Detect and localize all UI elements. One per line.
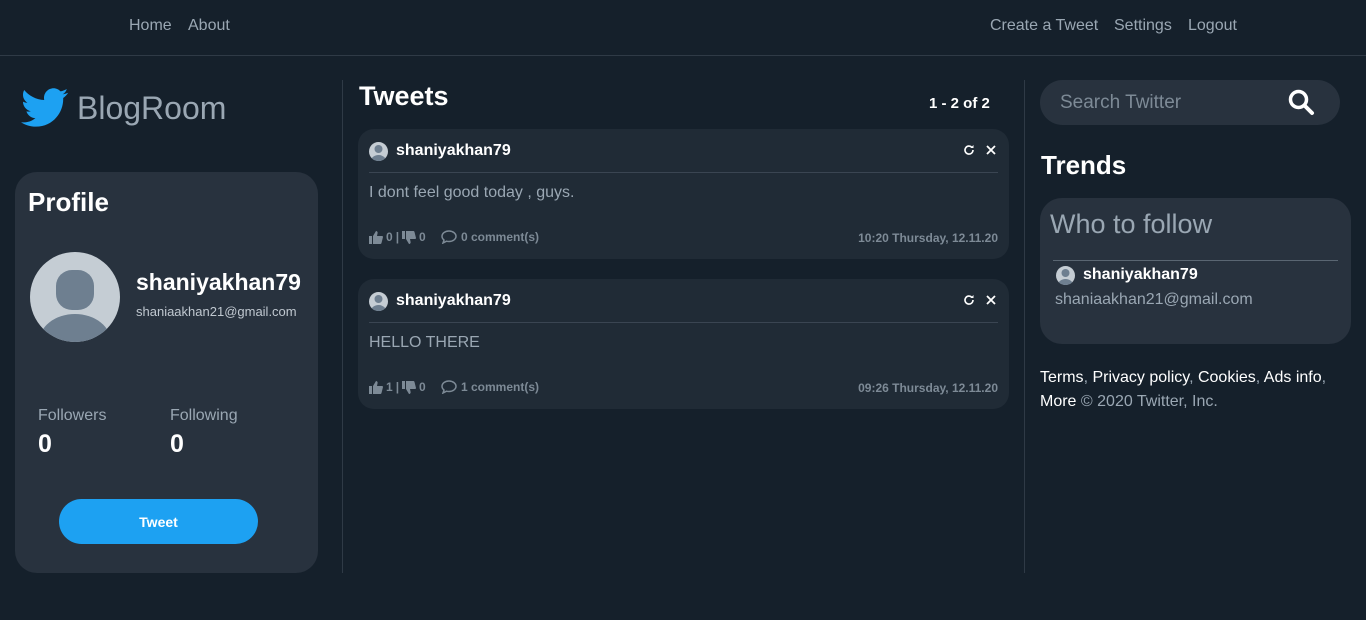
nav-settings-link[interactable]: Settings bbox=[1114, 17, 1172, 35]
tweet-timestamp: 10:20 Thursday, 12.11.20 bbox=[858, 231, 998, 245]
tweet-button[interactable]: Tweet bbox=[59, 499, 258, 544]
comments-link[interactable]: 0 comment(s) bbox=[441, 230, 539, 244]
feed-title: Tweets bbox=[359, 81, 449, 111]
search-icon[interactable] bbox=[1287, 88, 1315, 116]
comment-icon bbox=[441, 230, 457, 244]
user-silhouette-icon bbox=[39, 270, 111, 342]
refresh-icon[interactable] bbox=[963, 293, 975, 305]
tweet-username[interactable]: shaniyakhan79 bbox=[396, 142, 511, 160]
comment-count: 1 comment(s) bbox=[461, 380, 540, 394]
close-icon[interactable] bbox=[985, 293, 997, 305]
user-silhouette-icon bbox=[1058, 269, 1073, 285]
twitter-bird-icon bbox=[21, 88, 69, 127]
copyright: © 2020 Twitter, Inc. bbox=[1080, 393, 1218, 410]
tweet-footer: 0 | 0 0 comment(s) 10:20 Thursday, 12.11… bbox=[369, 230, 998, 246]
nav-logout-link[interactable]: Logout bbox=[1188, 17, 1237, 35]
tweet-actions bbox=[963, 293, 997, 305]
suggested-user-avatar bbox=[1056, 266, 1075, 285]
followers-count[interactable]: 0 bbox=[38, 430, 52, 459]
privacy-link[interactable]: Privacy policy bbox=[1092, 369, 1189, 386]
like-count: 0 bbox=[386, 230, 393, 244]
search-input[interactable] bbox=[1060, 91, 1290, 115]
ads-info-link[interactable]: Ads info bbox=[1264, 369, 1322, 386]
followers-label: Followers bbox=[38, 407, 107, 424]
close-icon[interactable] bbox=[985, 143, 997, 155]
who-to-follow-title: Who to follow bbox=[1050, 209, 1213, 239]
profile-title: Profile bbox=[28, 187, 109, 217]
nav-about-link[interactable]: About bbox=[188, 17, 230, 35]
suggested-email: shaniaakhan21@gmail.com bbox=[1055, 291, 1253, 308]
reaction-separator: | bbox=[395, 230, 400, 244]
more-link[interactable]: More bbox=[1040, 393, 1076, 410]
thumbs-up-icon[interactable] bbox=[369, 380, 383, 394]
tweet-timestamp: 09:26 Thursday, 12.11.20 bbox=[858, 381, 998, 395]
brand[interactable]: BlogRoom bbox=[21, 88, 226, 128]
right-divider bbox=[1024, 80, 1025, 573]
nav-home-link[interactable]: Home bbox=[129, 17, 172, 35]
comment-icon bbox=[441, 380, 457, 394]
avatar bbox=[30, 252, 120, 342]
tweet-card: shaniyakhan79 I dont feel good today , g… bbox=[358, 129, 1009, 259]
tweet-avatar bbox=[369, 292, 388, 311]
dislike-count: 0 bbox=[419, 230, 426, 244]
nav-create-tweet-link[interactable]: Create a Tweet bbox=[990, 17, 1098, 35]
trends-title: Trends bbox=[1041, 150, 1127, 180]
comment-count: 0 comment(s) bbox=[461, 230, 540, 244]
thumbs-up-icon[interactable] bbox=[369, 230, 383, 244]
cookies-link[interactable]: Cookies bbox=[1198, 369, 1256, 386]
who-to-follow-divider bbox=[1053, 260, 1338, 261]
user-silhouette-icon bbox=[371, 295, 386, 311]
profile-card: Profile shaniyakhan79 shaniaakhan21@gmai… bbox=[15, 172, 318, 573]
dislike-count: 0 bbox=[419, 380, 426, 394]
tweet-divider bbox=[369, 322, 998, 323]
tweet-card: shaniyakhan79 HELLO THERE 1 | 0 1 commen… bbox=[358, 279, 1009, 409]
brand-name: BlogRoom bbox=[77, 89, 227, 126]
profile-email: shaniaakhan21@gmail.com bbox=[136, 304, 297, 319]
suggested-username[interactable]: shaniyakhan79 bbox=[1083, 266, 1198, 284]
tweet-footer: 1 | 0 1 comment(s) 09:26 Thursday, 12.11… bbox=[369, 380, 998, 396]
tweet-divider bbox=[369, 172, 998, 173]
pagination-info: 1 - 2 of 2 bbox=[929, 95, 990, 112]
comments-link[interactable]: 1 comment(s) bbox=[441, 380, 539, 394]
reaction-separator: | bbox=[395, 380, 400, 394]
tweet-actions bbox=[963, 143, 997, 155]
like-count: 1 bbox=[386, 380, 393, 394]
thumbs-down-icon[interactable] bbox=[402, 380, 417, 394]
tweet-reactions: 0 | 0 bbox=[369, 230, 426, 244]
who-to-follow-card: Who to follow shaniyakhan79 shaniaakhan2… bbox=[1040, 198, 1351, 344]
profile-username: shaniyakhan79 bbox=[136, 269, 301, 295]
tweet-text: I dont feel good today , guys. bbox=[369, 184, 575, 201]
following-label: Following bbox=[170, 407, 238, 424]
tweet-username[interactable]: shaniyakhan79 bbox=[396, 292, 511, 310]
tweet-text: HELLO THERE bbox=[369, 334, 480, 351]
left-divider bbox=[342, 80, 343, 573]
top-navbar: Home About Create a Tweet Settings Logou… bbox=[0, 0, 1366, 56]
following-count[interactable]: 0 bbox=[170, 430, 184, 459]
footer-links: Terms, Privacy policy, Cookies, Ads info… bbox=[1040, 369, 1327, 410]
terms-link[interactable]: Terms bbox=[1040, 369, 1084, 386]
refresh-icon[interactable] bbox=[963, 143, 975, 155]
thumbs-down-icon[interactable] bbox=[402, 230, 417, 244]
user-silhouette-icon bbox=[371, 145, 386, 161]
tweet-avatar bbox=[369, 142, 388, 161]
tweet-reactions: 1 | 0 bbox=[369, 380, 426, 394]
